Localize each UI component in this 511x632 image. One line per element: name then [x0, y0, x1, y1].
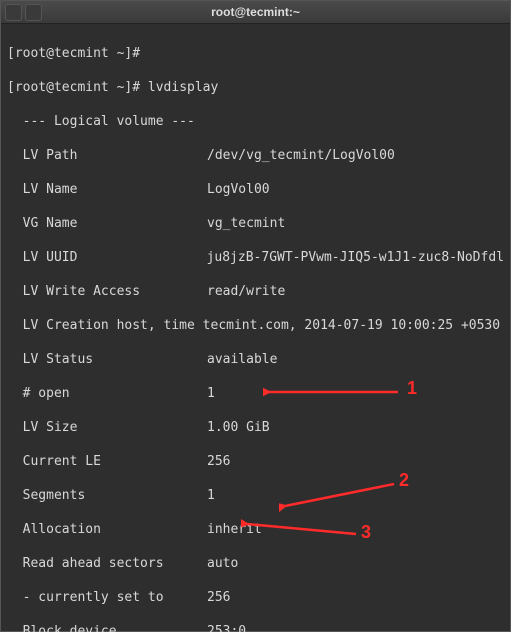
- value-lv-name: LogVol00: [207, 181, 270, 198]
- prompt: [root@tecmint ~]#: [7, 45, 140, 62]
- label-vg-name: VG Name: [7, 215, 207, 232]
- value-segments: 1: [207, 487, 215, 504]
- label-lv-uuid: LV UUID: [7, 249, 207, 266]
- label-lv-write: LV Write Access: [7, 283, 207, 300]
- window-button[interactable]: [25, 4, 42, 21]
- command: lvdisplay: [148, 79, 218, 96]
- value-lv-uuid: ju8jzB-7GWT-PVwm-JIQ5-w1J1-zuc8-NoDfdl: [207, 249, 504, 266]
- label-lv-status: LV Status: [7, 351, 207, 368]
- value-lv-status: available: [207, 351, 277, 368]
- label-lv-name: LV Name: [7, 181, 207, 198]
- label-read-ahead: Read ahead sectors: [7, 555, 207, 572]
- window-titlebar: root@tecmint:~: [1, 1, 510, 24]
- label-alloc: Allocation: [7, 521, 207, 538]
- window-title: root@tecmint:~: [211, 5, 300, 19]
- value-cur-le: 256: [207, 453, 230, 470]
- terminal-body[interactable]: [root@tecmint ~]# [root@tecmint ~]# lvdi…: [1, 24, 510, 632]
- label-open: # open: [7, 385, 207, 402]
- value-block: 253:0: [207, 623, 246, 632]
- label-block: Block device: [7, 623, 207, 632]
- value-vg-name: vg_tecmint: [207, 215, 285, 232]
- window-buttons: [5, 4, 42, 21]
- label-cur-le: Current LE: [7, 453, 207, 470]
- label-lv-size: LV Size: [7, 419, 207, 436]
- value-open: 1: [207, 385, 215, 402]
- window-button[interactable]: [5, 4, 22, 21]
- terminal-window: root@tecmint:~ [root@tecmint ~]# [root@t…: [0, 0, 511, 632]
- value-read-ahead: auto: [207, 555, 238, 572]
- value-lv-create: tecmint.com, 2014-07-19 10:00:25 +0530: [203, 317, 500, 334]
- value-lv-write: read/write: [207, 283, 285, 300]
- label-segments: Segments: [7, 487, 207, 504]
- section-header: --- Logical volume ---: [7, 113, 195, 130]
- value-alloc: inherit: [207, 521, 262, 538]
- prompt: [root@tecmint ~]#: [7, 79, 148, 96]
- value-lv-size: 1.00 GiB: [207, 419, 270, 436]
- label-lv-path: LV Path: [7, 147, 207, 164]
- label-cur-set: - currently set to: [7, 589, 207, 606]
- value-lv-path: /dev/vg_tecmint/LogVol00: [207, 147, 395, 164]
- value-cur-set: 256: [207, 589, 230, 606]
- label-lv-create: LV Creation host, time: [7, 317, 203, 334]
